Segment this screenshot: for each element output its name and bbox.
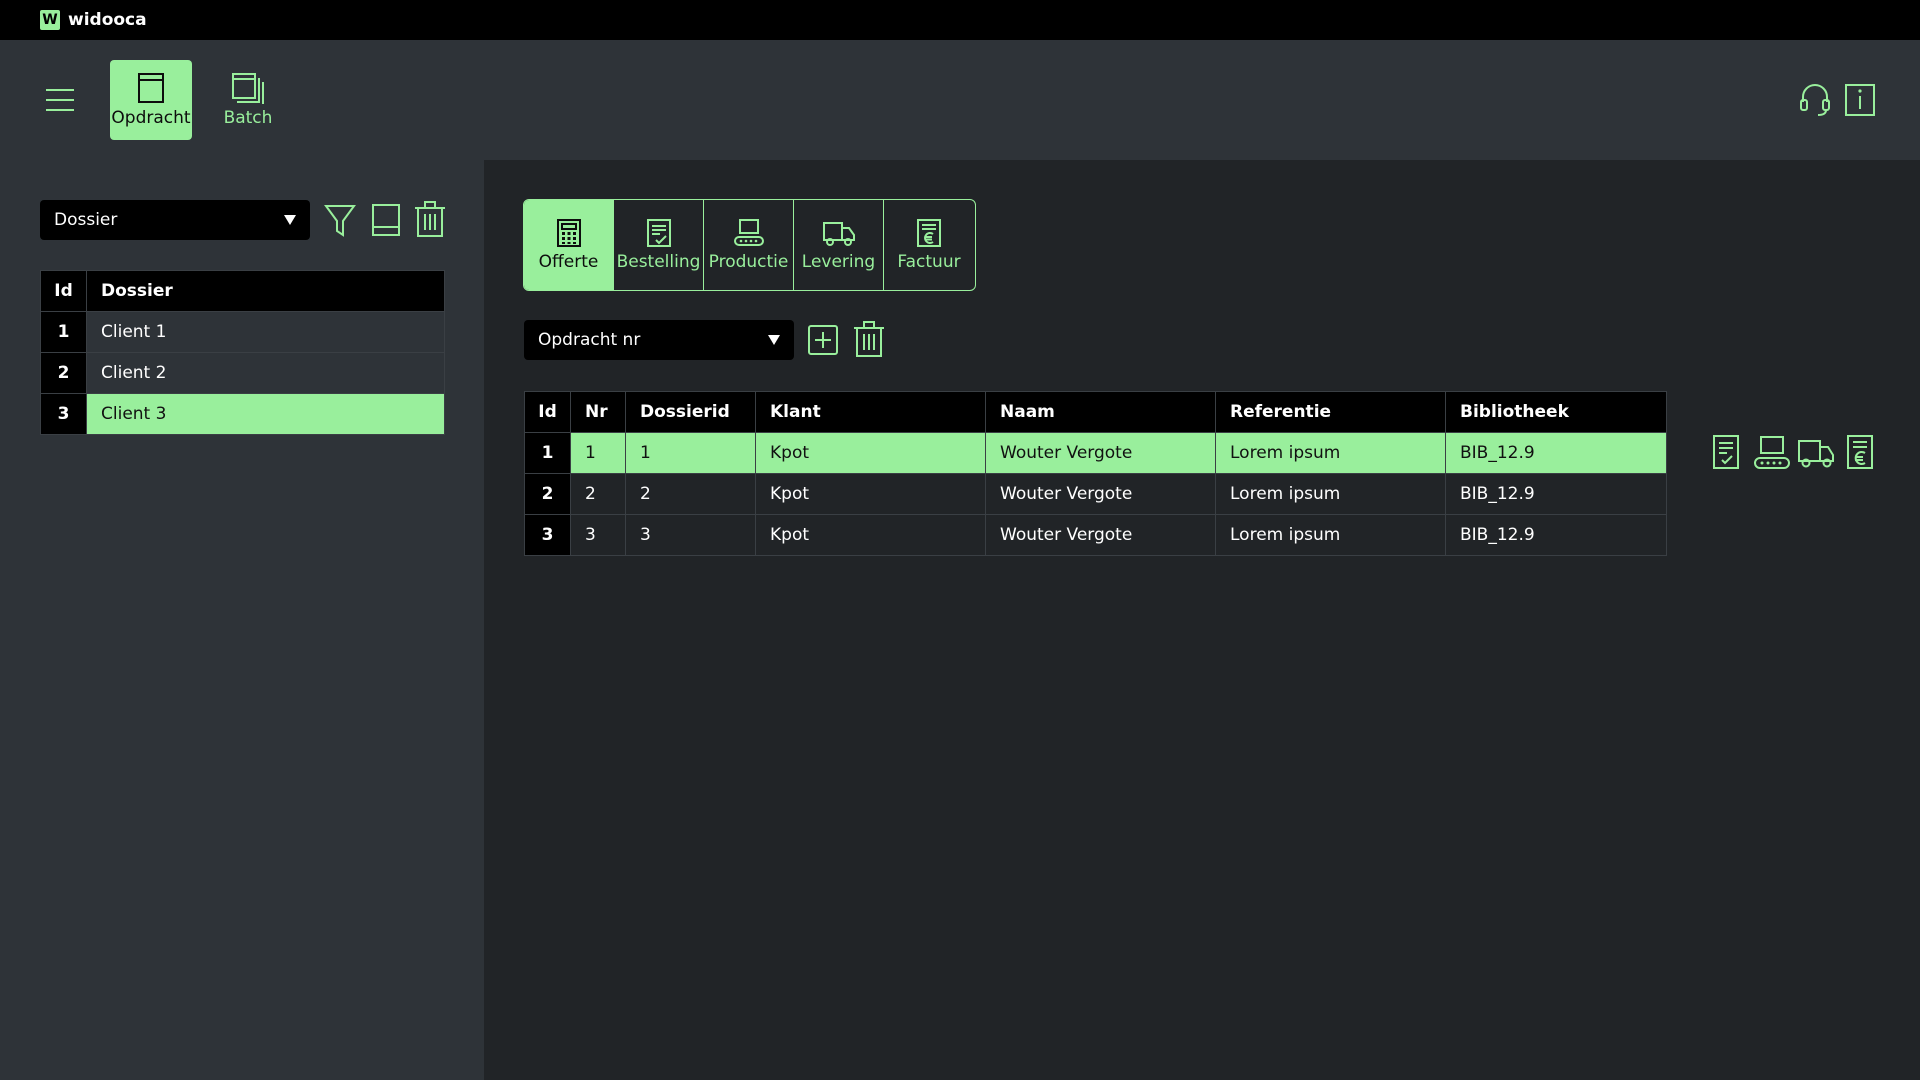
book-icon — [137, 72, 165, 104]
column-header-id[interactable]: Id — [40, 270, 87, 312]
cell-dossierid: 2 — [625, 473, 756, 515]
cell-dossier: Client 1 — [86, 311, 445, 353]
cell-dossier: Client 2 — [86, 352, 445, 394]
cell-id: 1 — [524, 432, 571, 474]
checklist-icon — [646, 218, 672, 248]
app-title: widooca — [68, 10, 147, 30]
hamburger-menu-icon[interactable] — [44, 84, 76, 116]
mode-opdracht-label: Opdracht — [111, 108, 191, 128]
calculator-icon — [556, 218, 582, 248]
truck-icon — [822, 218, 856, 248]
cell-nr: 1 — [570, 432, 626, 474]
tab-bestelling-label: Bestelling — [616, 252, 701, 272]
cell-referentie: Lorem ipsum — [1215, 473, 1446, 515]
cell-bibliotheek: BIB_12.9 — [1445, 514, 1667, 556]
mode-batch-button[interactable]: Batch — [207, 60, 289, 140]
cell-id: 2 — [40, 352, 87, 394]
column-header-referentie[interactable]: Referentie — [1215, 391, 1446, 433]
table-row-selected[interactable]: 1 1 1 Kpot Wouter Vergote Lorem ipsum BI… — [524, 432, 1667, 474]
trash-icon[interactable] — [413, 200, 447, 238]
column-header-id[interactable]: Id — [524, 391, 571, 433]
checklist-icon[interactable] — [1709, 433, 1743, 471]
add-icon[interactable] — [806, 321, 840, 359]
dossier-select-value: Dossier — [54, 210, 118, 230]
cell-bibliotheek: BIB_12.9 — [1445, 432, 1667, 474]
cell-id: 3 — [40, 393, 87, 435]
opdracht-nr-select[interactable]: Opdracht nr — [524, 320, 794, 360]
cell-referentie: Lorem ipsum — [1215, 432, 1446, 474]
cell-bibliotheek: BIB_12.9 — [1445, 473, 1667, 515]
table-row-selected[interactable]: 3 Client 3 — [40, 393, 445, 435]
chevron-down-icon — [768, 335, 780, 345]
mode-batch-label: Batch — [223, 108, 273, 128]
tab-offerte[interactable]: Offerte — [524, 200, 614, 290]
cell-klant: Kpot — [755, 473, 986, 515]
tab-levering-label: Levering — [801, 252, 876, 272]
chevron-down-icon — [284, 215, 296, 225]
trash-icon[interactable] — [852, 320, 886, 358]
opdracht-table: Id Nr Dossierid Klant Naam Referentie Bi… — [524, 391, 1667, 556]
cell-naam: Wouter Vergote — [985, 514, 1216, 556]
mode-opdracht-button[interactable]: Opdracht — [110, 60, 192, 140]
headset-icon[interactable] — [1798, 82, 1832, 118]
info-icon[interactable] — [1843, 82, 1877, 118]
column-header-naam[interactable]: Naam — [985, 391, 1216, 433]
column-header-dossierid[interactable]: Dossierid — [625, 391, 756, 433]
table-row[interactable]: 1 Client 1 — [40, 311, 445, 353]
tab-levering[interactable]: Levering — [794, 200, 884, 290]
book-icon[interactable] — [369, 201, 403, 239]
stacked-pages-icon — [231, 72, 265, 104]
tab-productie-label: Productie — [708, 252, 789, 272]
cell-dossierid: 3 — [625, 514, 756, 556]
tab-productie[interactable]: Productie — [704, 200, 794, 290]
conveyor-icon — [733, 218, 765, 248]
invoice-icon[interactable] — [1843, 433, 1877, 471]
table-row[interactable]: 2 2 2 Kpot Wouter Vergote Lorem ipsum BI… — [524, 473, 1667, 515]
workflow-tabs: Offerte Bestelling Productie Levering Fa… — [523, 199, 976, 291]
tab-bestelling[interactable]: Bestelling — [614, 200, 704, 290]
toolbar: Opdracht Batch — [0, 40, 1920, 160]
table-row[interactable]: 2 Client 2 — [40, 352, 445, 394]
cell-dossierid: 1 — [625, 432, 756, 474]
cell-naam: Wouter Vergote — [985, 473, 1216, 515]
column-header-klant[interactable]: Klant — [755, 391, 986, 433]
cell-nr: 2 — [570, 473, 626, 515]
cell-id: 2 — [524, 473, 571, 515]
conveyor-icon[interactable] — [1752, 433, 1792, 471]
cell-naam: Wouter Vergote — [985, 432, 1216, 474]
tab-factuur[interactable]: Factuur — [884, 200, 974, 290]
cell-nr: 3 — [570, 514, 626, 556]
column-header-dossier[interactable]: Dossier — [86, 270, 445, 312]
cell-dossier: Client 3 — [86, 393, 445, 435]
tab-factuur-label: Factuur — [897, 252, 961, 272]
filter-icon[interactable] — [323, 201, 357, 239]
table-header-row: Id Dossier — [40, 270, 445, 312]
opdracht-select-value: Opdracht nr — [538, 330, 641, 350]
cell-klant: Kpot — [755, 432, 986, 474]
dossier-table: Id Dossier 1 Client 1 2 Client 2 3 Clien… — [40, 270, 445, 435]
truck-icon[interactable] — [1796, 433, 1836, 471]
cell-id: 1 — [40, 311, 87, 353]
dossier-select[interactable]: Dossier — [40, 200, 310, 240]
tab-offerte-label: Offerte — [538, 252, 599, 272]
app-logo: W — [40, 10, 60, 30]
cell-referentie: Lorem ipsum — [1215, 514, 1446, 556]
table-row[interactable]: 3 3 3 Kpot Wouter Vergote Lorem ipsum BI… — [524, 514, 1667, 556]
cell-id: 3 — [524, 514, 571, 556]
title-bar: W widooca — [0, 0, 1920, 40]
invoice-icon — [916, 218, 942, 248]
table-header-row: Id Nr Dossierid Klant Naam Referentie Bi… — [524, 391, 1667, 433]
column-header-nr[interactable]: Nr — [570, 391, 626, 433]
column-header-bibliotheek[interactable]: Bibliotheek — [1445, 391, 1667, 433]
cell-klant: Kpot — [755, 514, 986, 556]
